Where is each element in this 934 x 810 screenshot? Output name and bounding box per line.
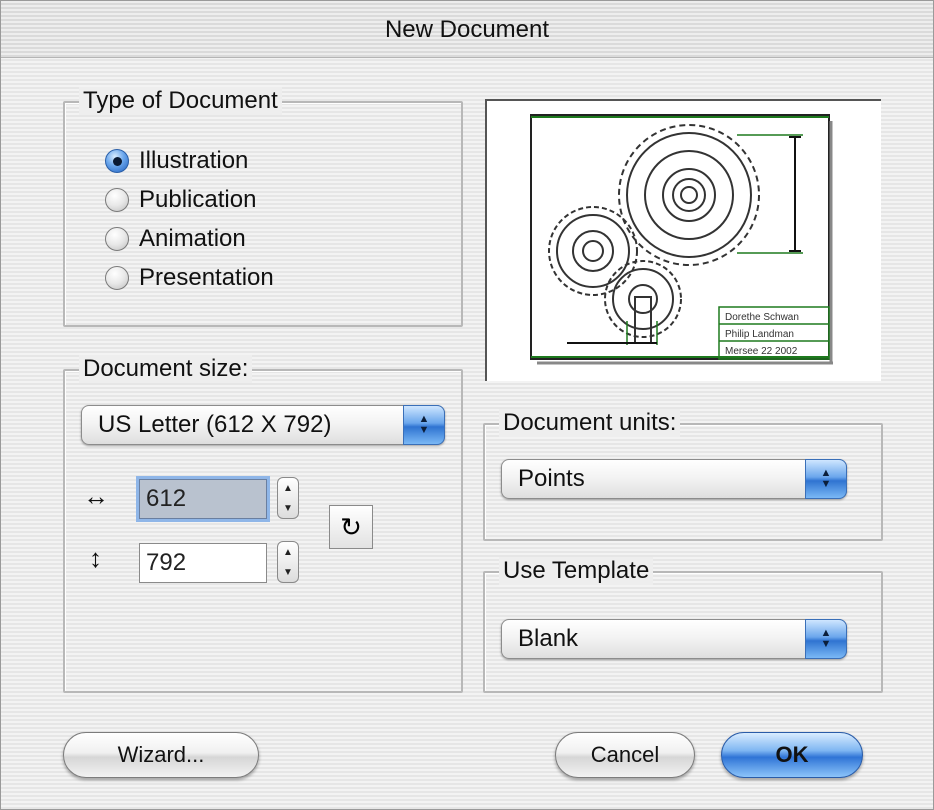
window-title: New Document [1, 1, 933, 58]
swap-orientation-button[interactable]: ↻ [329, 505, 373, 549]
use-template-group: Use Template Blank ▲ ▼ [483, 557, 883, 693]
radio-button[interactable] [105, 149, 129, 173]
document-size-value: US Letter (612 X 792) [98, 411, 332, 438]
radio-label: Illustration [139, 147, 249, 174]
width-field[interactable]: 612 [139, 479, 267, 519]
radio-button[interactable] [105, 227, 129, 251]
width-stepper[interactable]: ▲ ▼ [277, 477, 299, 519]
title-block-line-3: Mersee 22 2002 [725, 346, 798, 357]
stepper-down-icon[interactable]: ▼ [283, 567, 293, 578]
ok-button[interactable]: OK [721, 732, 863, 778]
document-units-legend: Document units: [499, 409, 681, 437]
radio-button[interactable] [105, 188, 129, 212]
popup-arrows-icon: ▲ ▼ [403, 405, 445, 445]
document-units-group: Document units: Points ▲ ▼ [483, 409, 883, 541]
stepper-up-icon[interactable]: ▲ [283, 547, 293, 558]
radio-presentation[interactable]: Presentation [105, 260, 274, 296]
document-units-popup[interactable]: Points ▲ ▼ [501, 459, 847, 499]
radio-button[interactable] [105, 266, 129, 290]
document-preview: Dorethe Schwan Philip Landman Mersee 22 … [485, 99, 881, 381]
radio-publication[interactable]: Publication [105, 182, 256, 218]
use-template-legend: Use Template [499, 557, 654, 585]
document-size-group: Document size: US Letter (612 X 792) ▲ ▼ … [63, 355, 463, 693]
radio-illustration[interactable]: Illustration [105, 143, 248, 179]
document-units-value: Points [518, 465, 585, 492]
stepper-up-icon[interactable]: ▲ [283, 483, 293, 494]
horizontal-arrows-icon: ↔ [83, 481, 109, 511]
radio-label: Presentation [139, 264, 274, 291]
radio-label: Publication [139, 186, 257, 213]
wizard-button[interactable]: Wizard... [63, 732, 259, 778]
stepper-down-icon[interactable]: ▼ [283, 503, 293, 514]
popup-arrows-icon: ▲ ▼ [805, 619, 847, 659]
vertical-arrows-icon: ↕ [89, 543, 102, 573]
popup-arrows-icon: ▲ ▼ [805, 459, 847, 499]
height-stepper[interactable]: ▲ ▼ [277, 541, 299, 583]
use-template-popup[interactable]: Blank ▲ ▼ [501, 619, 847, 659]
cancel-button[interactable]: Cancel [555, 732, 695, 778]
use-template-value: Blank [518, 625, 579, 652]
document-size-popup[interactable]: US Letter (612 X 792) ▲ ▼ [81, 405, 445, 445]
radio-label: Animation [139, 225, 246, 252]
type-of-document-group: Type of Document Illustration Publicatio… [63, 87, 463, 327]
type-of-document-legend: Type of Document [79, 87, 282, 115]
document-size-legend: Document size: [79, 355, 253, 383]
gear-drawing-preview: Dorethe Schwan Philip Landman Mersee 22 … [530, 114, 833, 365]
title-block-line-2: Philip Landman [725, 329, 794, 340]
radio-animation[interactable]: Animation [105, 221, 246, 257]
rotate-icon: ↻ [340, 511, 362, 542]
new-document-dialog: New Document Type of Document Illustrati… [0, 0, 934, 810]
height-field[interactable]: 792 [139, 543, 267, 583]
title-block-line-1: Dorethe Schwan [725, 312, 799, 323]
